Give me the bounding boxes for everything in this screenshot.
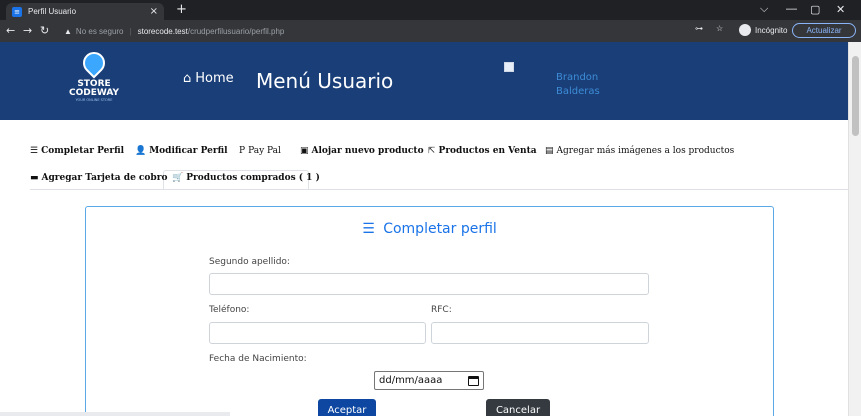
url-path: /crudperfilusuario/perfil.php — [187, 26, 285, 36]
nav-alojar-producto[interactable]: ▣ Alojar nuevo producto — [300, 146, 424, 156]
nav-label: Productos en Venta — [438, 146, 537, 156]
accept-button[interactable]: Aceptar — [318, 399, 376, 416]
restore-button[interactable]: ▢ — [810, 3, 820, 16]
incognito-indicator[interactable]: Incógnito — [739, 24, 787, 36]
scrollbar-thumb[interactable] — [852, 56, 859, 136]
update-button-label: Actualizar — [806, 26, 842, 35]
cart-icon: 🛒 — [172, 173, 184, 183]
image-upload-icon: ▣ — [300, 146, 309, 156]
nav-productos-comprados[interactable]: 🛒 Productos comprados ( 1 ) — [172, 173, 320, 183]
nav-agregar-imagenes[interactable]: ▤ Agregar más imágenes a los productos — [545, 146, 734, 156]
tab-divider — [30, 189, 848, 190]
home-label: Home — [195, 71, 234, 86]
list-check-icon: ☰ — [362, 221, 375, 237]
date-placeholder: dd/mm/aaaa — [379, 375, 443, 386]
cancel-button[interactable]: Cancelar — [486, 399, 550, 416]
close-window-button[interactable]: ✕ — [836, 3, 845, 16]
broken-image-icon — [504, 62, 514, 72]
tab-close-icon[interactable]: × — [150, 6, 158, 17]
birthdate-label: Fecha de Nacimiento: — [209, 354, 307, 364]
page-scrollbar[interactable] — [848, 42, 861, 416]
user-last-name: Balderas — [556, 86, 600, 97]
logo-tagline: YOUR ONLINE STORE — [75, 98, 113, 102]
second-surname-input[interactable] — [209, 273, 649, 295]
nav-label: Productos comprados ( 1 ) — [186, 173, 320, 183]
tab-search-icon[interactable]: ⌵ — [760, 3, 768, 16]
tab-title: Perfil Usuario — [28, 7, 77, 16]
home-link[interactable]: ⌂ Home — [183, 71, 234, 86]
calendar-icon[interactable] — [468, 375, 479, 386]
nav-modificar-perfil[interactable]: 👤 Modificar Perfil — [135, 146, 228, 156]
nav-label: Alojar nuevo producto — [311, 146, 424, 156]
bookmark-star-icon[interactable]: ☆ — [716, 24, 723, 33]
key-icon[interactable]: ⊶ — [695, 24, 703, 33]
images-icon: ▤ — [545, 146, 554, 156]
nav-label: Agregar más imágenes a los productos — [556, 146, 735, 156]
page-viewport: STORE CODEWAY YOUR ONLINE STORE ⌂ Home M… — [0, 42, 861, 416]
logo-text-codeway: CODEWAY — [68, 88, 120, 98]
list-check-icon: ☰ — [30, 146, 39, 156]
location-pin-icon — [78, 47, 110, 79]
url-host: storecode.test — [137, 26, 188, 36]
profile-form-card: ☰ Completar perfil Segundo apellido: Tel… — [85, 206, 774, 416]
user-name[interactable]: Brandon Balderas — [556, 71, 600, 99]
cancel-button-label: Cancelar — [495, 404, 541, 416]
paypal-icon: P — [239, 146, 246, 156]
phone-input[interactable] — [209, 322, 426, 344]
incognito-label: Incógnito — [755, 25, 788, 35]
update-button[interactable]: Actualizar — [792, 23, 856, 38]
credit-card-icon: ▬ — [30, 173, 39, 183]
nav-label: Agregar Tarjeta de cobro — [41, 173, 168, 183]
status-bar — [0, 412, 230, 416]
nav-agregar-tarjeta[interactable]: ▬ Agregar Tarjeta de cobro — [30, 173, 167, 183]
nav-label: Completar Perfil — [41, 146, 125, 156]
forward-arrow-icon[interactable]: → — [23, 24, 32, 37]
incognito-icon — [739, 24, 751, 36]
nav-paypal[interactable]: P Pay Pal — [239, 146, 281, 156]
back-arrow-icon[interactable]: ← — [6, 24, 15, 37]
nav-productos-venta[interactable]: ⇱ Productos en Venta — [428, 146, 537, 156]
browser-tab[interactable]: ≡ Perfil Usuario × — [6, 3, 164, 20]
browser-toolbar: ← → ↻ ▲ No es seguro | storecode.test /c… — [0, 20, 861, 42]
rfc-label: RFC: — [431, 305, 452, 315]
accept-button-label: Aceptar — [327, 404, 367, 416]
form-title-text: Completar perfil — [383, 221, 497, 237]
reload-icon[interactable]: ↻ — [40, 24, 49, 37]
store-logo[interactable]: STORE CODEWAY YOUR ONLINE STORE — [64, 47, 124, 112]
favicon-icon: ≡ — [12, 6, 22, 17]
birthdate-input[interactable]: dd/mm/aaaa — [374, 371, 484, 390]
second-surname-label: Segundo apellido: — [209, 257, 290, 267]
rfc-input[interactable] — [431, 322, 649, 344]
new-tab-button[interactable]: + — [176, 2, 187, 17]
nav-completar-perfil[interactable]: ☰ Completar Perfil — [30, 146, 124, 156]
security-warning: No es seguro — [75, 26, 124, 36]
url-separator: | — [129, 26, 132, 36]
form-title: ☰ Completar perfil — [86, 221, 773, 237]
user-edit-icon: 👤 — [135, 146, 147, 156]
page-title: Menú Usuario — [256, 69, 394, 93]
user-first-name: Brandon — [556, 72, 599, 83]
browser-tabstrip: ≡ Perfil Usuario × + ⌵ — ▢ ✕ — [0, 0, 861, 20]
nav-label: Modificar Perfil — [149, 146, 228, 156]
share-icon: ⇱ — [428, 146, 436, 156]
home-icon: ⌂ — [183, 71, 192, 86]
nav-label: Pay Pal — [248, 146, 281, 156]
minimize-button[interactable]: — — [786, 3, 797, 15]
warning-icon: ▲ — [64, 26, 72, 36]
address-bar[interactable]: ▲ No es seguro | storecode.test /crudper… — [64, 23, 684, 39]
phone-label: Teléfono: — [209, 305, 250, 315]
header-banner: STORE CODEWAY YOUR ONLINE STORE ⌂ Home M… — [0, 42, 848, 120]
